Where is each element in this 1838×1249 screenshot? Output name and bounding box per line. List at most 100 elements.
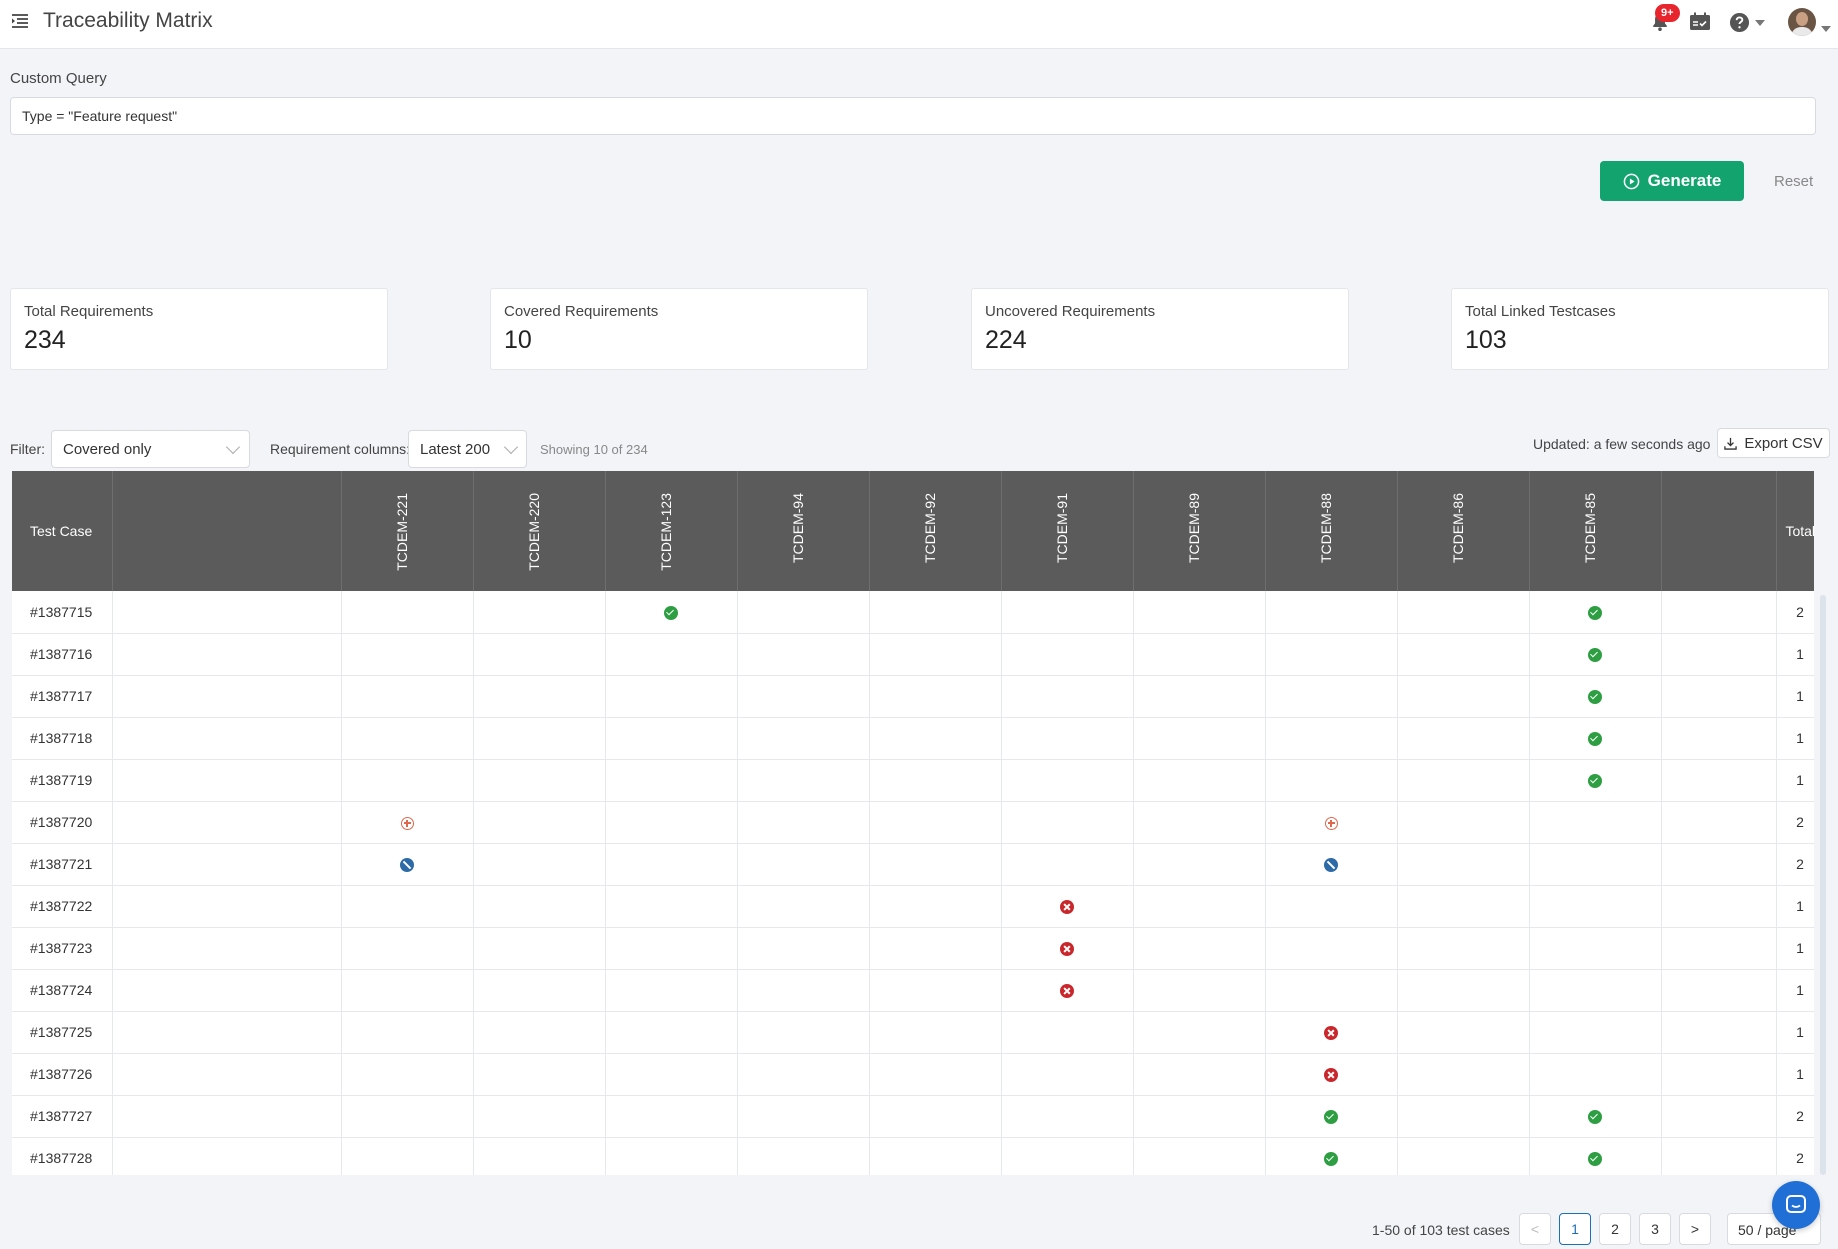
table-row: #1387715 2 <box>12 591 1814 634</box>
matrix-cell <box>1397 969 1530 1012</box>
page-button-1[interactable]: 1 <box>1559 1213 1591 1245</box>
matrix-cell <box>737 675 870 718</box>
test-case-id[interactable]: #1387727 <box>12 1095 113 1138</box>
test-case-id[interactable]: #1387723 <box>12 927 113 970</box>
matrix-cell <box>1397 1053 1530 1096</box>
download-icon <box>1724 437 1738 450</box>
table-row: #1387725 1 <box>12 1011 1814 1054</box>
blank-cell <box>112 801 342 844</box>
matrix-cell[interactable] <box>605 591 738 634</box>
test-case-id[interactable]: #1387722 <box>12 885 113 928</box>
matrix-cell[interactable] <box>1265 1095 1398 1138</box>
matrix-cell <box>473 927 606 970</box>
test-case-id[interactable]: #1387725 <box>12 1011 113 1054</box>
matrix-cell <box>1001 1137 1134 1175</box>
menu-icon[interactable] <box>10 11 30 31</box>
total-cell: 1 <box>1776 969 1814 1012</box>
test-case-id[interactable]: #1387718 <box>12 717 113 760</box>
calendar-check-icon[interactable] <box>1689 12 1711 32</box>
matrix-cell <box>1529 1011 1662 1054</box>
matrix-cell <box>473 969 606 1012</box>
pass-status-icon <box>1588 774 1602 789</box>
requirement-header[interactable]: TCDEM-92 <box>869 471 1002 591</box>
requirement-header[interactable]: TCDEM-221 <box>341 471 474 591</box>
matrix-cell <box>1001 801 1134 844</box>
test-case-id[interactable]: #1387717 <box>12 675 113 718</box>
requirement-header-label: TCDEM-92 <box>922 493 939 564</box>
chevron-down-icon <box>503 439 519 455</box>
chevron-down-icon[interactable] <box>1755 20 1765 26</box>
requirement-header[interactable]: TCDEM-89 <box>1133 471 1266 591</box>
matrix-cell <box>1133 633 1266 676</box>
next-page-button[interactable]: > <box>1679 1213 1711 1245</box>
blank-cell <box>112 969 342 1012</box>
test-case-id[interactable]: #1387721 <box>12 843 113 886</box>
chat-button[interactable] <box>1772 1181 1820 1229</box>
previous-page-button[interactable]: < <box>1519 1213 1551 1245</box>
test-case-id[interactable]: #1387715 <box>12 591 113 634</box>
blank-cell <box>1661 885 1777 928</box>
generate-button[interactable]: Generate <box>1600 161 1744 201</box>
avatar[interactable] <box>1788 8 1816 36</box>
matrix-cell <box>341 1053 474 1096</box>
requirement-header[interactable]: TCDEM-91 <box>1001 471 1134 591</box>
table-row: #1387716 1 <box>12 633 1814 676</box>
matrix-cell[interactable] <box>1529 675 1662 718</box>
test-case-id[interactable]: #1387728 <box>12 1137 113 1175</box>
test-case-id[interactable]: #1387726 <box>12 1053 113 1096</box>
matrix-cell[interactable] <box>341 843 474 886</box>
matrix-cell <box>1133 591 1266 634</box>
requirement-header[interactable]: TCDEM-220 <box>473 471 606 591</box>
requirement-header[interactable]: TCDEM-85 <box>1529 471 1662 591</box>
matrix-cell[interactable] <box>1001 885 1134 928</box>
stat-card-uncovered-requirements: Uncovered Requirements 224 <box>971 288 1349 370</box>
test-case-id[interactable]: #1387720 <box>12 801 113 844</box>
test-case-header: Test Case <box>12 471 113 591</box>
matrix-cell[interactable] <box>1529 633 1662 676</box>
page-button-3[interactable]: 3 <box>1639 1213 1671 1245</box>
requirement-header[interactable]: TCDEM-123 <box>605 471 738 591</box>
matrix-cell <box>341 885 474 928</box>
matrix-cell[interactable] <box>1265 1011 1398 1054</box>
page-button-2[interactable]: 2 <box>1599 1213 1631 1245</box>
reset-button[interactable]: Reset <box>1768 161 1819 201</box>
matrix-cell[interactable] <box>1265 1137 1398 1175</box>
matrix-cell[interactable] <box>1529 1137 1662 1175</box>
pass-status-icon <box>1588 648 1602 663</box>
requirement-header[interactable]: TCDEM-86 <box>1397 471 1530 591</box>
matrix-cell <box>473 1053 606 1096</box>
matrix-cell[interactable] <box>1529 1095 1662 1138</box>
test-case-id[interactable]: #1387719 <box>12 759 113 802</box>
matrix-cell <box>869 885 1002 928</box>
custom-query-input[interactable] <box>10 97 1816 135</box>
matrix-cell[interactable] <box>1001 927 1134 970</box>
help-icon[interactable] <box>1729 12 1750 33</box>
matrix-cell[interactable] <box>1529 717 1662 760</box>
requirement-columns-select[interactable]: Latest 200 <box>408 430 527 468</box>
blank-cell <box>1661 1095 1777 1138</box>
export-csv-button[interactable]: Export CSV <box>1717 428 1830 458</box>
matrix-cell[interactable] <box>1265 801 1398 844</box>
chevron-down-icon[interactable] <box>1821 26 1831 32</box>
filter-select[interactable]: Covered only <box>51 430 250 468</box>
test-case-id[interactable]: #1387724 <box>12 969 113 1012</box>
pass-status-icon <box>664 605 678 620</box>
matrix-cell[interactable] <box>1265 1053 1398 1096</box>
matrix-cell <box>473 1137 606 1175</box>
matrix-cell[interactable] <box>1529 759 1662 802</box>
requirement-header[interactable]: TCDEM-88 <box>1265 471 1398 591</box>
requirement-header-label: TCDEM-89 <box>1186 493 1203 564</box>
matrix-cell[interactable] <box>1529 591 1662 634</box>
matrix-cell <box>473 1011 606 1054</box>
matrix-cell <box>473 633 606 676</box>
requirement-header[interactable]: TCDEM-94 <box>737 471 870 591</box>
matrix-cell[interactable] <box>1265 843 1398 886</box>
blank-cell <box>1661 1053 1777 1096</box>
matrix-cell[interactable] <box>1001 969 1134 1012</box>
matrix-cell <box>605 885 738 928</box>
matrix-cell <box>737 1137 870 1175</box>
test-case-id[interactable]: #1387716 <box>12 633 113 676</box>
matrix-cell[interactable] <box>341 801 474 844</box>
vertical-scrollbar[interactable] <box>1820 595 1826 1175</box>
pass-status-icon <box>1588 690 1602 705</box>
